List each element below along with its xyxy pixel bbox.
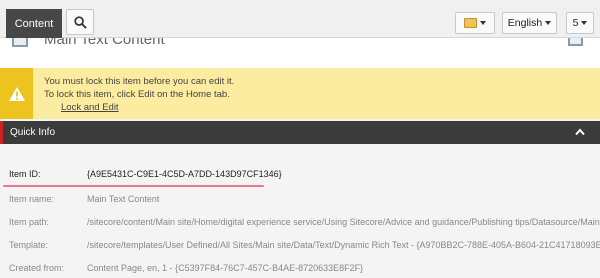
top-toolbar: Content English 5: [0, 0, 600, 38]
info-label: Created from:: [9, 263, 65, 273]
info-row-template: Template: /sitecore/templates/User Defin…: [0, 240, 600, 254]
version-label: 5: [572, 17, 579, 29]
info-value: /sitecore/content/Main site/Home/digital…: [87, 217, 600, 227]
language-label: English: [507, 17, 543, 29]
chevron-up-icon[interactable]: [575, 128, 585, 136]
tab-content[interactable]: Content: [6, 9, 62, 38]
search-icon: [73, 15, 87, 29]
warning-instruction: To lock this item, click Edit on the Hom…: [44, 89, 230, 100]
info-value: /sitecore/templates/User Defined/All Sit…: [87, 240, 600, 250]
info-row-item-path: Item path: /sitecore/content/Main site/H…: [0, 217, 600, 231]
database-selector[interactable]: [455, 12, 495, 34]
language-selector[interactable]: English: [502, 12, 557, 34]
item-id-highlight: [3, 185, 264, 187]
version-selector[interactable]: 5: [566, 12, 594, 34]
item-icon: [12, 38, 28, 47]
info-label: Template:: [9, 240, 49, 250]
chevron-down-icon: [581, 21, 588, 25]
warning-icon: [0, 68, 33, 119]
info-value: Main Text Content: [87, 194, 160, 204]
item-title: Main Text Content: [44, 38, 165, 48]
chevron-down-icon: [480, 21, 486, 25]
lock-warning-banner: You must lock this item before you can e…: [0, 68, 600, 119]
search-button[interactable]: [66, 9, 94, 35]
database-icon: [464, 18, 477, 28]
info-value: Content Page, en, 1 - {C5397F84-76C7-457…: [87, 263, 364, 273]
info-row-item-id: Item ID: {A9E5431C-C9E1-4C5D-A7DD-143D97…: [0, 169, 600, 183]
item-options-icon[interactable]: [568, 38, 583, 46]
info-value: {A9E5431C-C9E1-4C5D-A7DD-143D97CF1346}: [87, 169, 282, 179]
warning-message: You must lock this item before you can e…: [44, 76, 235, 87]
lock-and-edit-link[interactable]: Lock and Edit: [61, 102, 119, 113]
info-label: Item path:: [9, 217, 50, 227]
item-header: Main Text Content: [0, 38, 600, 68]
info-label: Item ID:: [9, 169, 41, 179]
info-row-item-name: Item name: Main Text Content: [0, 194, 600, 208]
chevron-down-icon: [545, 21, 552, 25]
info-row-created-from: Created from: Content Page, en, 1 - {C53…: [0, 263, 600, 277]
quick-info-title: Quick Info: [10, 127, 56, 138]
info-label: Item name:: [9, 194, 55, 204]
quick-info-header[interactable]: Quick Info: [0, 121, 600, 144]
